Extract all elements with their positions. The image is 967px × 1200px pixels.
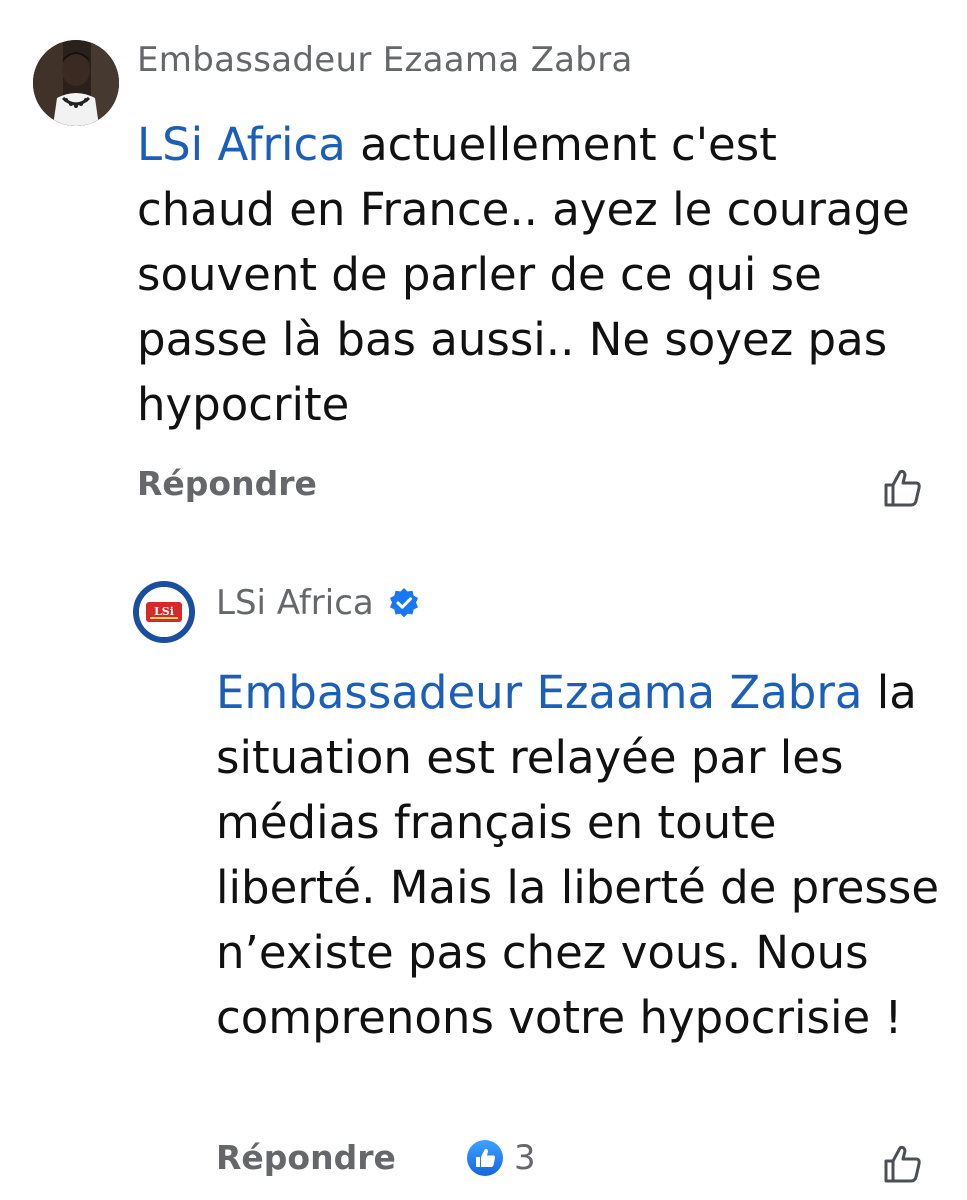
reply-button[interactable]: Répondre — [216, 1138, 396, 1177]
like-reaction-icon — [466, 1139, 504, 1177]
thumbs-up-icon[interactable] — [880, 466, 924, 510]
comment-text: LSi Africa actuellement c'est chaud en F… — [137, 112, 927, 437]
user-photo-avatar-icon — [33, 40, 119, 126]
reply-author-row: LSi Africa — [216, 583, 420, 623]
reply-button[interactable]: Répondre — [137, 464, 317, 503]
thumbs-up-icon[interactable] — [880, 1142, 924, 1186]
lsi-africa-logo-icon: LSi — [139, 587, 189, 637]
reply-author-name[interactable]: LSi Africa — [216, 583, 374, 623]
avatar-user-photo[interactable] — [33, 40, 119, 126]
reply-text: Embassadeur Ezaama Zabra la situation es… — [216, 660, 946, 1050]
reaction-summary[interactable]: 3 — [466, 1138, 536, 1178]
mention-link[interactable]: LSi Africa — [137, 118, 346, 171]
comment-author-name[interactable]: Embassadeur Ezaama Zabra — [137, 40, 633, 80]
svg-text:LSi: LSi — [154, 605, 174, 618]
mention-link[interactable]: Embassadeur Ezaama Zabra — [216, 666, 862, 719]
reaction-count: 3 — [514, 1138, 536, 1178]
avatar-page-logo[interactable]: LSi — [133, 581, 195, 643]
verified-badge-icon — [388, 587, 420, 619]
reply-body-text: la situation est relayée par les médias … — [216, 666, 940, 1044]
